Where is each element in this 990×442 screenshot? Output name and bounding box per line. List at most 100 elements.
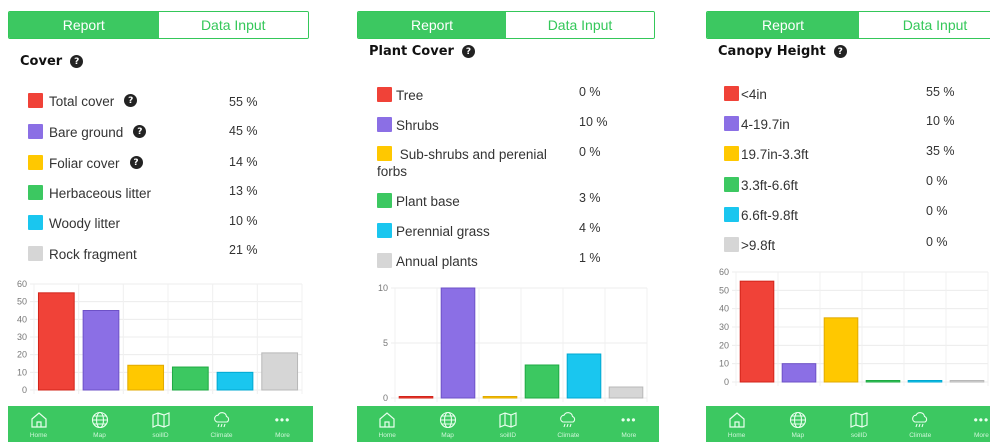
section-title: Plant Cover ? [369, 44, 475, 59]
nav-label: Climate [557, 432, 580, 439]
bar-5 [907, 380, 943, 383]
bar-1 [37, 292, 75, 391]
swatch-yellow [377, 146, 392, 161]
section-title: Canopy Height ? [718, 44, 847, 59]
swatch-red [724, 86, 739, 101]
swatch-gray [377, 253, 392, 268]
nav-home[interactable]: Home [357, 406, 417, 442]
legend-value: 0 % [579, 145, 601, 159]
legend-label: >9.8ft [741, 238, 776, 253]
cloud-rain-icon [213, 412, 229, 428]
section-title-text: Canopy Height [718, 44, 826, 59]
home-icon [30, 412, 47, 428]
y-tick-label: 60 [719, 267, 729, 277]
bottom-nav: Home Map soilID Climate ••• More [706, 406, 990, 442]
section-title-text: Cover [20, 54, 63, 69]
bar-1 [398, 396, 434, 399]
swatch-gray [724, 237, 739, 252]
legend-label: Plant base [396, 194, 460, 209]
globe-icon [439, 411, 456, 429]
swatch-green [724, 177, 739, 192]
cover-bar-chart: 0 10 20 30 40 50 60 [17, 279, 303, 395]
bar-3 [823, 317, 859, 383]
legend-item-6-9ft: 6.6ft-9.8ft [724, 207, 798, 224]
nav-home[interactable]: Home [8, 406, 69, 442]
swatch-cyan [377, 223, 392, 238]
y-tick-label: 40 [17, 314, 27, 324]
tab-report[interactable]: Report [707, 12, 859, 38]
legend-value: 0 % [926, 204, 948, 218]
canopy-height-bar-chart: 0 10 20 30 40 50 60 [719, 267, 989, 387]
bottom-nav: Home Map soilID Climate ••• More [8, 406, 313, 442]
nav-climate[interactable]: Climate [890, 406, 951, 442]
more-icon: ••• [973, 413, 990, 427]
help-icon[interactable]: ? [833, 45, 847, 58]
nav-label: soilID [850, 432, 868, 439]
swatch-red [28, 93, 43, 108]
help-icon[interactable]: ? [70, 55, 84, 68]
nav-map[interactable]: Map [767, 406, 828, 442]
help-icon[interactable]: ? [124, 94, 138, 107]
bar-6 [949, 380, 985, 383]
nav-soilid[interactable]: soilID [828, 406, 889, 442]
cloud-rain-icon [560, 412, 576, 428]
y-tick-label: 60 [17, 279, 27, 289]
swatch-green [377, 193, 392, 208]
globe-icon [91, 411, 108, 429]
bar-4 [171, 366, 209, 391]
nav-climate[interactable]: Climate [538, 406, 598, 442]
legend-item-3-6ft: 3.3ft-6.6ft [724, 177, 798, 194]
nav-more[interactable]: ••• More [951, 406, 990, 442]
nav-map[interactable]: Map [69, 406, 130, 442]
y-tick-label: 10 [17, 367, 27, 377]
legend-value: 0 % [926, 174, 948, 188]
help-icon[interactable]: ? [129, 156, 143, 169]
nav-more[interactable]: ••• More [599, 406, 659, 442]
swatch-purple [28, 124, 43, 139]
legend-item-annual-plants: Annual plants [377, 253, 478, 270]
legend-value: 0 % [926, 235, 948, 249]
nav-label: Home [727, 432, 746, 439]
y-tick-label: 0 [724, 377, 729, 387]
legend-item-foliar-cover: Foliar cover ? [28, 155, 143, 172]
bar-6 [608, 386, 644, 399]
legend-value: 10 % [229, 214, 258, 228]
legend-item-bare-ground: Bare ground ? [28, 124, 147, 141]
legend-item-woody-litter: Woody litter [28, 215, 120, 232]
nav-label: Climate [909, 432, 932, 439]
legend-value: 55 % [229, 95, 258, 109]
y-tick-label: 30 [17, 332, 27, 342]
legend-item-total-cover: Total cover ? [28, 93, 138, 110]
plant-cover-bar-chart: 0 5 10 [378, 283, 648, 403]
nav-home[interactable]: Home [706, 406, 767, 442]
help-icon[interactable]: ? [133, 125, 147, 138]
bar-2 [440, 287, 476, 399]
swatch-yellow [28, 155, 43, 170]
legend-label: 6.6ft-9.8ft [741, 208, 799, 223]
legend-value: 10 % [579, 115, 608, 129]
bar-2 [781, 363, 817, 383]
y-tick-label: 0 [383, 393, 388, 403]
legend-label: Woody litter [49, 216, 121, 231]
tab-data-input[interactable]: Data Input [158, 12, 308, 38]
legend-item-19in-3ft: 19.7in-3.3ft [724, 146, 809, 163]
legend-item-lt4in: <4in [724, 86, 767, 103]
tab-report[interactable]: Report [9, 12, 159, 38]
nav-more[interactable]: ••• More [252, 406, 313, 442]
nav-climate[interactable]: Climate [191, 406, 252, 442]
help-icon[interactable]: ? [461, 45, 475, 58]
legend-label: 4-19.7in [741, 117, 790, 132]
section-title-text: Plant Cover [369, 44, 454, 59]
legend-label: 3.3ft-6.6ft [741, 178, 799, 193]
tab-data-input[interactable]: Data Input [506, 12, 654, 38]
nav-label: Home [378, 432, 396, 439]
y-tick-label: 50 [17, 297, 27, 307]
tab-report[interactable]: Report [358, 12, 506, 38]
legend-item-perennial-grass: Perennial grass [377, 223, 490, 240]
bottom-nav: Home Map soilID Climate ••• More [357, 406, 659, 442]
tab-data-input[interactable]: Data Input [859, 12, 990, 38]
y-tick-label: 5 [383, 338, 388, 348]
nav-soilid[interactable]: soilID [130, 406, 191, 442]
nav-soilid[interactable]: soilID [478, 406, 538, 442]
nav-map[interactable]: Map [417, 406, 477, 442]
